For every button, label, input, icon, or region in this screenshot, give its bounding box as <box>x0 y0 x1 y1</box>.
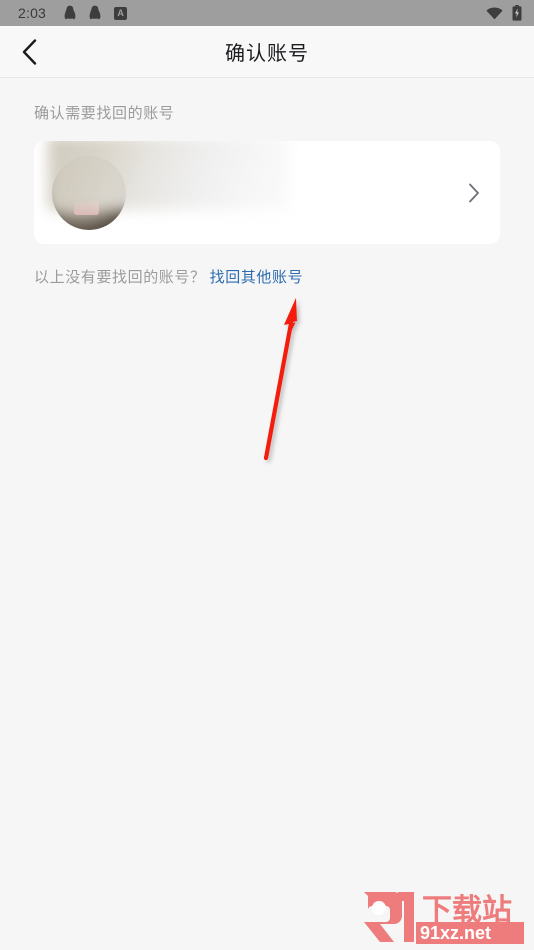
qq-icon <box>89 5 101 21</box>
watermark-logo <box>364 892 414 942</box>
battery-charging-icon <box>512 5 522 21</box>
chevron-right-icon <box>468 183 480 203</box>
qq-icon <box>64 5 76 21</box>
site-watermark: 下载站 91xz.net <box>358 888 526 946</box>
recover-other-row: 以上没有要找回的账号？ 找回其他账号 <box>34 266 500 287</box>
wifi-icon <box>486 7 503 20</box>
watermark-domain-bar <box>416 922 524 944</box>
status-time: 2:03 <box>18 5 47 21</box>
red-arrow-annotation <box>248 292 318 472</box>
recover-prompt-text: 以上没有要找回的账号？ <box>34 269 206 286</box>
section-label: 确认需要找回的账号 <box>34 105 175 122</box>
watermark-site-name: 下载站 <box>422 894 512 927</box>
app-header: 确认账号 <box>0 26 534 78</box>
status-system-icons <box>486 5 522 21</box>
recover-other-account-link[interactable]: 找回其他账号 <box>210 266 304 287</box>
page-title: 确认账号 <box>225 43 309 65</box>
account-identity <box>48 141 468 230</box>
avatar <box>52 155 126 230</box>
status-bar: 2:03 A <box>0 0 534 26</box>
watermark-domain: 91xz.net <box>420 923 491 943</box>
status-notification-icons: A <box>64 5 128 21</box>
back-button[interactable] <box>0 26 58 78</box>
chevron-left-icon <box>22 38 37 65</box>
a-badge-icon: A <box>114 6 128 20</box>
main-content: 确认需要找回的账号 以上没有要找回的账号？ 找回其他账号 <box>0 102 534 287</box>
account-card[interactable] <box>34 141 500 244</box>
